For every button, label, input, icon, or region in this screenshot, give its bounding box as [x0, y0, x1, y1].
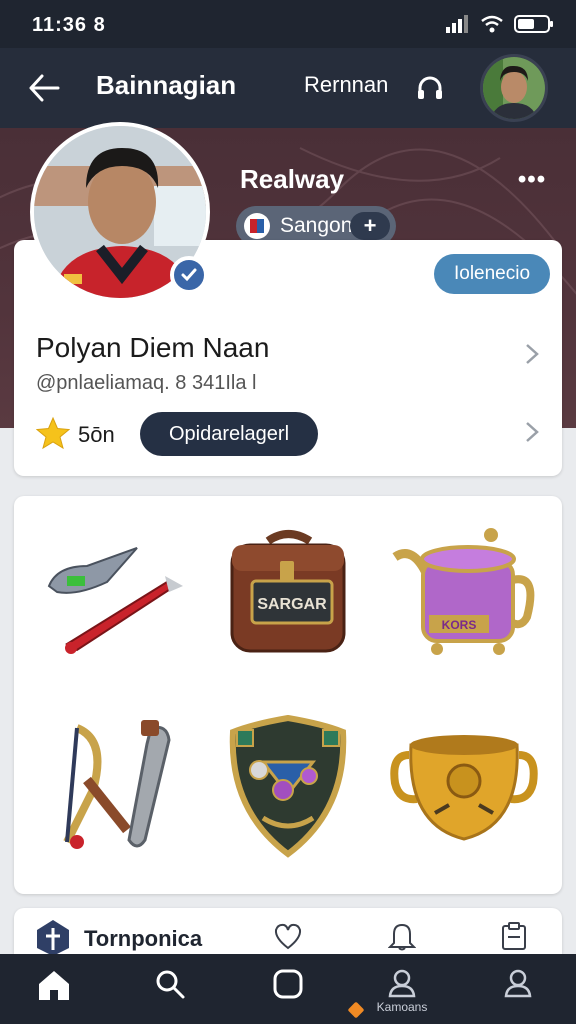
flag-icon	[244, 213, 270, 239]
nav-profile[interactable]	[490, 968, 546, 1014]
golden-cauldron-icon	[390, 735, 538, 841]
heart-button[interactable]	[272, 920, 304, 952]
status-bar: 11:36 8	[0, 0, 576, 48]
headset-button[interactable]	[410, 68, 450, 108]
grid-item[interactable]: SARGAR	[208, 516, 368, 666]
grid-item[interactable]	[384, 710, 544, 860]
blade-dagger-icon	[47, 547, 183, 654]
teapot-label: KORS	[442, 618, 477, 632]
grid-item[interactable]	[32, 516, 192, 666]
rating-value: 5ōn	[78, 422, 115, 447]
signal-icon	[446, 15, 468, 33]
bell-button[interactable]	[386, 920, 418, 952]
nav-create[interactable]	[260, 968, 316, 1014]
header-avatar[interactable]	[480, 54, 548, 122]
home-icon	[39, 971, 69, 1000]
status-time: 11:36 8	[32, 14, 106, 36]
crest-shield-icon	[229, 714, 347, 858]
leather-bag-icon: SARGAR	[230, 530, 346, 653]
arrow-left-icon	[29, 74, 60, 102]
bow-wrench-icon	[63, 720, 171, 849]
grid-item[interactable]: KORS	[384, 516, 544, 666]
team-chip-label: Sangon	[280, 214, 353, 237]
nav-home[interactable]	[26, 968, 82, 1014]
back-button[interactable]	[22, 66, 66, 110]
clipboard-button[interactable]	[498, 920, 530, 952]
bell-icon	[388, 923, 416, 951]
grid-item[interactable]	[208, 710, 368, 860]
section-header: Tornponica	[14, 908, 562, 956]
search-icon	[156, 970, 185, 999]
star-icon	[36, 416, 70, 450]
wifi-icon	[481, 15, 503, 33]
user-handle: @pnlaeliamaq. 8 341Ila l	[36, 372, 257, 394]
chevron-right-icon[interactable]	[520, 342, 544, 366]
items-grid: SARGAR KORS	[14, 496, 562, 894]
options-pill-button[interactable]: Opidarelagerl	[140, 412, 318, 456]
user-portrait-icon	[483, 57, 545, 119]
grid-item[interactable]	[32, 710, 192, 860]
full-name: Polyan Diem Naan	[36, 332, 270, 363]
bottom-nav: Kamoans	[0, 954, 576, 1024]
purple-teapot-icon: KORS	[392, 528, 535, 655]
more-options-button[interactable]: •••	[512, 166, 552, 196]
app-bar: Bainnagian Rernnan	[0, 48, 576, 128]
follow-button[interactable]: Iolenecio	[434, 254, 550, 294]
display-name: Realway	[240, 164, 345, 194]
verified-badge	[170, 256, 208, 294]
nav-community[interactable]: Kamoans	[374, 968, 430, 1014]
page-title: Bainnagian	[96, 70, 237, 100]
cross-badge-icon	[37, 920, 69, 956]
status-icons	[446, 14, 554, 34]
chevron-right-icon[interactable]	[520, 420, 544, 444]
check-icon	[181, 268, 197, 282]
clipboard-icon	[502, 922, 526, 950]
square-icon	[273, 969, 303, 999]
profile-icon	[504, 969, 532, 998]
bag-label: SARGAR	[257, 596, 327, 613]
user-icon	[388, 969, 416, 998]
headset-icon	[418, 76, 442, 99]
header-action-link[interactable]: Rernnan	[304, 72, 388, 98]
battery-icon	[514, 15, 553, 33]
nav-search[interactable]	[142, 968, 198, 1014]
nav-label: Kamoans	[376, 1000, 428, 1014]
add-team-button[interactable]: +	[350, 212, 390, 240]
heart-icon	[274, 923, 302, 950]
section-title: Tornponica	[84, 926, 203, 951]
